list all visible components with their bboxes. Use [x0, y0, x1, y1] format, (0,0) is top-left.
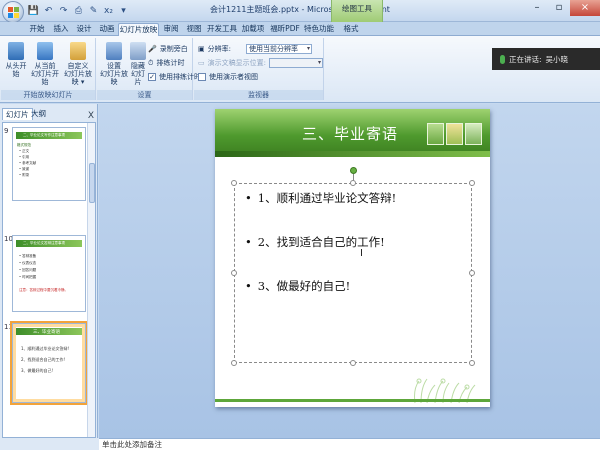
tab-view[interactable]: 视图: [183, 23, 205, 36]
thumbnail-list: 9 二、毕业论文写作注意事项 格式规范 • 正文 • 引用 • 参考文献 • 致…: [2, 122, 96, 438]
slide-thumbnail[interactable]: 二、毕业论文写作注意事项 格式规范 • 正文 • 引用 • 参考文献 • 致谢 …: [12, 127, 86, 201]
show-on-select[interactable]: ▾: [268, 58, 323, 68]
group-start-slideshow: 从头开始 从当前 幻灯片开始 自定义 幻灯片放映 ▾ 开始放映幻灯片: [1, 38, 96, 100]
group-label-monitors: 监视器: [194, 90, 323, 100]
bullet-item[interactable]: 1、顺利通过毕业论文答辩!: [245, 190, 396, 206]
setup-show-button[interactable]: 设置 幻灯片放映: [99, 42, 129, 86]
checkbox-checked-icon: ✓: [148, 73, 156, 81]
minimize-icon[interactable]: –: [526, 0, 548, 16]
tab-animation[interactable]: 动画: [96, 23, 118, 36]
resolution-select[interactable]: 使用当前分辨率 ▾: [245, 44, 312, 54]
decorative-photos: [427, 123, 482, 145]
thumbnail-scrollbar[interactable]: [87, 123, 95, 437]
header-stripe: [215, 151, 490, 157]
resize-handle[interactable]: [469, 270, 475, 276]
speaking-indicator: 正在讲话: 吴小晓: [492, 48, 600, 70]
content-placeholder[interactable]: 1、顺利通过毕业论文答辩! 2、找到适合自己的工作! 3、做最好的自己!: [231, 180, 475, 366]
slide-title[interactable]: 三、毕业寄语: [295, 123, 405, 144]
resize-handle[interactable]: [469, 360, 475, 366]
resolution-row: ▣ 分辨率: 使用当前分辨率 ▾: [198, 44, 312, 54]
slide-editing-area: 三、毕业寄语 1、顺利通过毕业论文答辩! 2、找到适合自己的工作! 3、做最好的…: [99, 104, 600, 438]
scrollbar-thumb[interactable]: [89, 163, 95, 203]
bullet-item[interactable]: 2、找到适合自己的工作!: [245, 234, 385, 250]
maximize-icon[interactable]: ▫: [548, 0, 570, 16]
rehearse-timings-button[interactable]: ⏱ 排练计时: [148, 58, 184, 68]
notes-gutter: [0, 438, 99, 450]
tab-review[interactable]: 审阅: [160, 23, 182, 36]
slide-thumbnail-selected[interactable]: 三、毕业寄语 1、顺利通过毕业论文答辩! 2、找到适合自己的工作! 3、做最好的…: [10, 321, 88, 405]
group-monitors: ▣ 分辨率: 使用当前分辨率 ▾ ▭ 演示文稿显示位置: ▾ 使用演示者视图 监视…: [194, 38, 324, 100]
tab-home[interactable]: 开始: [26, 23, 48, 36]
group-label-setup: 设置: [97, 90, 192, 100]
custom-show-button[interactable]: 自定义 幻灯片放映 ▾: [61, 42, 95, 86]
bullet-item[interactable]: 3、做最好的自己!: [245, 278, 350, 294]
ribbon-tabs: 开始 插入 设计 动画 幻灯片放映 审阅 视图 开发工具 加载项 福昕PDF 特…: [0, 22, 600, 36]
clock-icon: ⏱: [148, 58, 154, 67]
tab-outline[interactable]: 大纲: [28, 108, 49, 120]
microphone-icon: [500, 54, 505, 64]
pane-tabs: 幻灯片 大纲 X: [0, 108, 98, 121]
from-beginning-button[interactable]: 从头开始: [3, 42, 29, 78]
title-bar: 💾 ↶ ↷ ⎙ ✎ x₂ ▾ 会计1211主题班会.pptx - Microso…: [0, 0, 600, 23]
monitor-icon: ▣: [198, 45, 205, 53]
resize-handle[interactable]: [231, 270, 237, 276]
tab-features[interactable]: 特色功能: [303, 23, 335, 36]
microphone-icon: 🎤: [148, 45, 157, 53]
group-label-start: 开始放映幻灯片: [1, 90, 95, 100]
setup-icon: [106, 42, 122, 60]
record-narration-button[interactable]: 🎤 录制旁白: [148, 44, 188, 54]
resize-handle[interactable]: [350, 360, 356, 366]
checkbox-unchecked-icon: [198, 73, 206, 81]
tab-slideshow[interactable]: 幻灯片放映: [118, 23, 159, 36]
tab-developer[interactable]: 开发工具: [206, 23, 238, 36]
leaf-photo-icon: [427, 123, 444, 145]
slide-canvas[interactable]: 三、毕业寄语 1、顺利通过毕业论文答辩! 2、找到适合自己的工作! 3、做最好的…: [215, 109, 490, 407]
slides-pane: 幻灯片 大纲 X 9 二、毕业论文写作注意事项 格式规范 • 正文 • 引用 •…: [0, 104, 98, 438]
close-icon[interactable]: ×: [570, 0, 600, 16]
flower-photo-icon: [446, 123, 463, 145]
tab-design[interactable]: 设计: [73, 23, 95, 36]
custom-show-icon: [70, 42, 86, 60]
window-controls: – ▫ ×: [526, 0, 600, 16]
tab-format[interactable]: 格式: [340, 23, 362, 36]
tab-insert[interactable]: 插入: [50, 23, 72, 36]
resize-handle[interactable]: [469, 180, 475, 186]
projector-icon: [8, 42, 24, 60]
tab-foxit-pdf[interactable]: 福昕PDF: [268, 23, 302, 36]
resize-handle[interactable]: [231, 360, 237, 366]
group-setup: 设置 幻灯片放映 隐藏 幻灯片 🎤 录制旁白 ⏱ 排练计时 ✓ 使用排练计时 设置: [97, 38, 201, 100]
projector-current-icon: [37, 42, 53, 60]
context-tool-label: 绘图工具: [331, 0, 383, 22]
presenter-view-checkbox[interactable]: 使用演示者视图: [198, 72, 258, 82]
close-icon[interactable]: X: [88, 111, 94, 121]
window-title: 会计1211主题班会.pptx - Microsoft PowerPoint: [210, 5, 390, 14]
from-current-button[interactable]: 从当前 幻灯片开始: [30, 42, 60, 86]
display-icon: ▭: [198, 59, 205, 67]
hide-slide-button[interactable]: 隐藏 幻灯片: [128, 42, 148, 86]
text-cursor-icon: I: [360, 248, 363, 259]
resize-handle[interactable]: [231, 180, 237, 186]
hide-slide-icon: [130, 42, 146, 60]
slide-thumbnail[interactable]: 二、毕业论文答辩注意事项 • 答辩准备 • 仪表仪态 • 回答问题 • 时间把握…: [12, 235, 86, 312]
notes-pane[interactable]: 单击此处添加备注: [99, 438, 600, 450]
slide-number: 9: [4, 127, 9, 135]
sprout-photo-icon: [465, 123, 482, 145]
show-on-row: ▭ 演示文稿显示位置: ▾: [198, 58, 323, 68]
resize-handle[interactable]: [350, 180, 356, 186]
footer-line: [215, 399, 490, 402]
rotation-handle[interactable]: [350, 167, 357, 174]
tab-addins[interactable]: 加载项: [240, 23, 266, 36]
dropdown-arrow-icon: ▾: [306, 45, 310, 52]
dropdown-arrow-icon: ▾: [317, 59, 321, 66]
